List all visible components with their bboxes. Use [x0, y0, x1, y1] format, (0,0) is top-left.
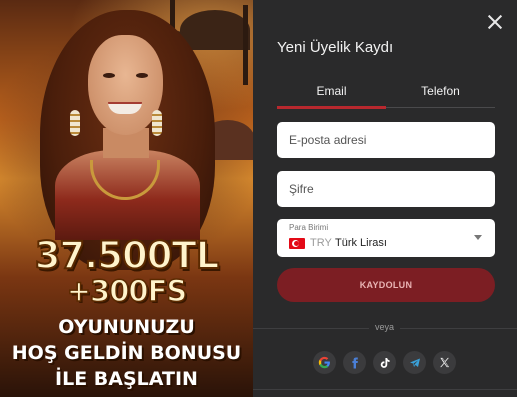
close-icon[interactable]: [485, 12, 505, 32]
currency-select[interactable]: Para Birimi TRY Türk Lirası: [277, 219, 495, 257]
facebook-icon[interactable]: [343, 351, 366, 374]
telegram-icon[interactable]: [403, 351, 426, 374]
password-field-wrapper: [277, 171, 495, 207]
promo-banner: 37.500TL +300FS OYUNUNUZU HOŞ GELDİN BON…: [0, 0, 253, 397]
eye-right: [136, 73, 148, 78]
chevron-down-icon: [474, 235, 482, 240]
currency-name: Türk Lirası: [335, 237, 387, 249]
eye-left: [103, 73, 115, 78]
password-field[interactable]: [277, 171, 495, 207]
currency-label: Para Birimi: [289, 223, 329, 232]
promo-line-3: İLE BAŞLATIN: [55, 368, 198, 390]
mosque-dome: [180, 10, 250, 50]
form-title: Yeni Üyelik Kaydı: [277, 39, 394, 56]
earring-left: [70, 110, 80, 136]
register-button[interactable]: KAYDOLUN: [277, 268, 495, 302]
promo-free-spins: +300FS: [66, 273, 188, 309]
registration-panel: Yeni Üyelik Kaydı Email Telefon Para Bir…: [253, 0, 517, 397]
turkey-flag-icon: [289, 238, 305, 249]
divider-text: veya: [369, 322, 401, 332]
minaret: [243, 5, 248, 85]
tiktok-icon[interactable]: [373, 351, 396, 374]
currency-code: TRY: [310, 237, 332, 249]
x-icon[interactable]: [433, 351, 456, 374]
email-field[interactable]: [277, 122, 495, 158]
tab-phone[interactable]: Telefon: [386, 80, 495, 108]
tab-email[interactable]: Email: [277, 80, 386, 109]
earring-right: [152, 110, 162, 136]
promo-line-1: OYUNUNUZU: [58, 316, 195, 338]
panel-bottom-divider: [253, 389, 517, 397]
email-field-wrapper: [277, 122, 495, 158]
tab-bar: Email Telefon: [277, 80, 495, 109]
promo-amount: 37.500TL: [34, 233, 221, 278]
google-icon[interactable]: [313, 351, 336, 374]
promo-line-2: HOŞ GELDİN BONUSU: [11, 342, 242, 364]
